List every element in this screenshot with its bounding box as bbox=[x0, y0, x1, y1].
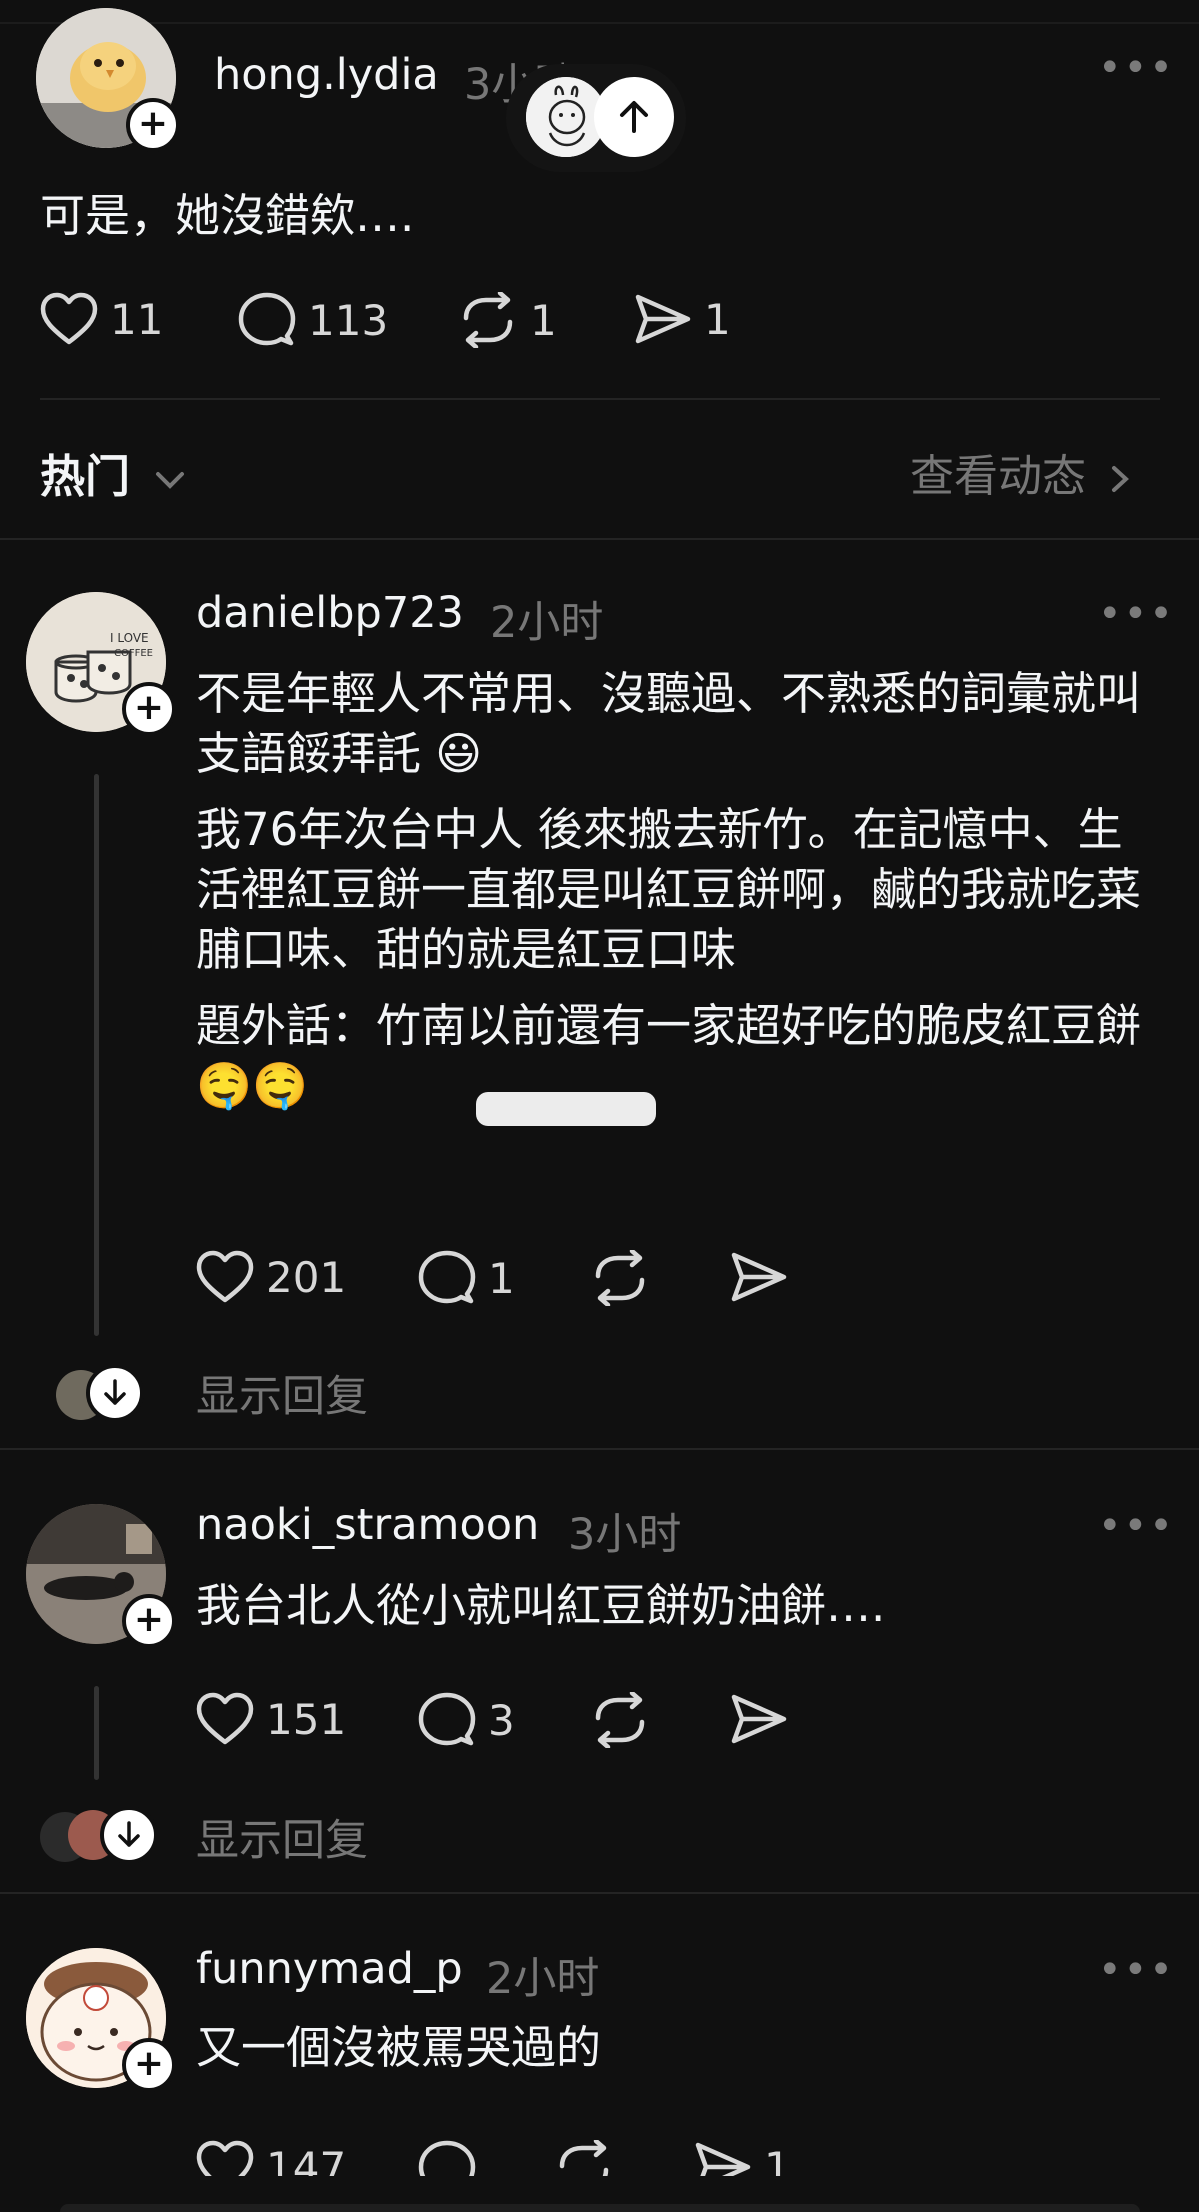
repost-button[interactable] bbox=[554, 2140, 614, 2176]
repost-button[interactable] bbox=[590, 1692, 650, 1748]
divider bbox=[40, 398, 1160, 400]
comment-time: 3小时 bbox=[568, 1510, 682, 1560]
comment-count: 113 bbox=[308, 295, 389, 345]
post-username[interactable]: hong.lydia bbox=[214, 50, 439, 100]
comment-text: 不是年輕人不常用、沒聽過、不熟悉的詞彙就叫支語餒拜託 😃 我76年次台中人 後來… bbox=[196, 664, 1164, 1132]
comment-paragraph: 又一個沒被罵哭過的 bbox=[196, 2021, 602, 2074]
comment-username[interactable]: naoki_stramoon bbox=[196, 1500, 539, 1550]
repost-icon bbox=[559, 2140, 609, 2176]
comment-bubble-icon bbox=[418, 1692, 476, 1746]
comment-username[interactable]: funnymad_p bbox=[196, 1944, 463, 1994]
comment-time: 2小时 bbox=[490, 598, 604, 648]
share-count: 1 bbox=[764, 2142, 791, 2177]
expand-replies-button[interactable] bbox=[100, 1806, 158, 1864]
send-icon bbox=[695, 2142, 751, 2176]
divider bbox=[0, 538, 1199, 540]
sort-label: 热门 bbox=[40, 450, 131, 503]
share-button[interactable] bbox=[730, 1692, 788, 1746]
comment-text: 又一個沒被罵哭過的 bbox=[196, 2018, 1164, 2094]
comment-paragraph: 我76年次台中人 後來搬去新竹。在記憶中、生活裡紅豆餅一直都是叫紅豆餅啊，鹹的我… bbox=[196, 803, 1142, 976]
bottom-edge bbox=[60, 2204, 1140, 2212]
view-activity-link[interactable]: 查看动态 bbox=[910, 440, 1132, 504]
like-button[interactable]: 151 bbox=[196, 1692, 346, 1746]
comment-button[interactable] bbox=[418, 2140, 476, 2176]
scroll-to-top-button[interactable] bbox=[594, 77, 674, 157]
repost-button[interactable]: 1 bbox=[458, 292, 557, 348]
comment-bubble-icon bbox=[418, 1250, 476, 1304]
like-count: 151 bbox=[266, 1694, 347, 1744]
send-icon bbox=[731, 1694, 787, 1744]
arrow-down-icon bbox=[118, 1821, 140, 1847]
show-replies-link[interactable]: 显示回复 bbox=[196, 1362, 368, 1424]
divider bbox=[0, 1892, 1199, 1894]
svg-text:COFFEE: COFFEE bbox=[114, 648, 153, 659]
svg-text:I LOVE: I LOVE bbox=[110, 631, 149, 645]
like-button[interactable]: 201 bbox=[196, 1250, 346, 1304]
like-count: 201 bbox=[266, 1252, 347, 1302]
follow-plus-button[interactable]: + bbox=[126, 98, 180, 152]
follow-plus-button[interactable]: + bbox=[122, 2038, 176, 2092]
comment-paragraph: 不是年輕人不常用、沒聽過、不熟悉的詞彙就叫支語餒拜託 😃 bbox=[196, 667, 1142, 780]
comment-paragraph: 題外話：竹南以前還有一家超好吃的脆皮紅豆餅 🤤🤤 bbox=[196, 999, 1142, 1112]
redaction-patch bbox=[476, 1092, 656, 1126]
expand-replies-button[interactable] bbox=[86, 1364, 144, 1422]
more-options-icon[interactable]: ••• bbox=[1098, 1950, 1175, 1990]
clipped-actions-row: 147 1 bbox=[0, 2130, 1199, 2176]
like-button[interactable]: 11 bbox=[40, 292, 163, 346]
arrow-up-icon bbox=[620, 101, 648, 133]
heart-icon bbox=[196, 1692, 254, 1745]
comment-paragraph: 我台北人從小就叫紅豆餅奶油餅…. bbox=[196, 1579, 886, 1632]
comment-bubble-icon bbox=[418, 2140, 476, 2176]
show-replies-link[interactable]: 显示回复 bbox=[196, 1806, 368, 1868]
more-options-icon[interactable]: ••• bbox=[1098, 48, 1175, 88]
chevron-down-icon bbox=[155, 472, 184, 489]
comment-button[interactable]: 1 bbox=[418, 1250, 515, 1306]
comment-count: 1 bbox=[488, 1253, 515, 1303]
chevron-right-icon bbox=[1112, 466, 1129, 492]
top-divider bbox=[0, 22, 1199, 24]
comment-username[interactable]: danielbp723 bbox=[196, 588, 464, 638]
repost-icon bbox=[595, 1250, 645, 1306]
sort-dropdown[interactable]: 热门 bbox=[40, 440, 186, 505]
share-count: 1 bbox=[704, 294, 731, 344]
thread-line bbox=[94, 774, 99, 1336]
post-text: 可是，她沒錯欸…. bbox=[40, 189, 415, 242]
comment-bubble-icon bbox=[238, 292, 296, 346]
share-button[interactable]: 1 bbox=[634, 292, 731, 346]
follow-plus-button[interactable]: + bbox=[122, 682, 176, 736]
repost-icon bbox=[463, 292, 513, 348]
heart-icon bbox=[40, 292, 98, 345]
comment-count: 3 bbox=[488, 1695, 515, 1745]
view-activity-label: 查看动态 bbox=[910, 451, 1086, 502]
repost-icon bbox=[595, 1692, 645, 1748]
share-button[interactable]: 1 bbox=[694, 2140, 791, 2176]
heart-icon bbox=[196, 1250, 254, 1303]
share-button[interactable] bbox=[730, 1250, 788, 1304]
comment-text: 我台北人從小就叫紅豆餅奶油餅…. bbox=[196, 1576, 1164, 1652]
repost-button[interactable] bbox=[590, 1250, 650, 1306]
like-count: 11 bbox=[110, 294, 164, 344]
more-options-icon[interactable]: ••• bbox=[1098, 1506, 1175, 1546]
like-count: 147 bbox=[266, 2142, 347, 2177]
divider bbox=[0, 1448, 1199, 1450]
arrow-down-icon bbox=[104, 1379, 126, 1405]
heart-icon bbox=[196, 2140, 254, 2176]
comment-time: 2小时 bbox=[486, 1954, 600, 2004]
like-button[interactable]: 147 bbox=[196, 2140, 346, 2176]
comment-button[interactable]: 3 bbox=[418, 1692, 515, 1748]
send-icon bbox=[731, 1252, 787, 1302]
threads-comment-screen: + hong.lydia 3小時 ••• 可是，她沒錯欸…. 11 113 bbox=[0, 0, 1199, 2212]
comment-button[interactable]: 113 bbox=[238, 292, 388, 348]
more-options-icon[interactable]: ••• bbox=[1098, 594, 1175, 634]
thread-line bbox=[94, 1686, 99, 1780]
repost-count: 1 bbox=[530, 295, 557, 345]
follow-plus-button[interactable]: + bbox=[122, 1594, 176, 1648]
send-icon bbox=[635, 294, 691, 344]
